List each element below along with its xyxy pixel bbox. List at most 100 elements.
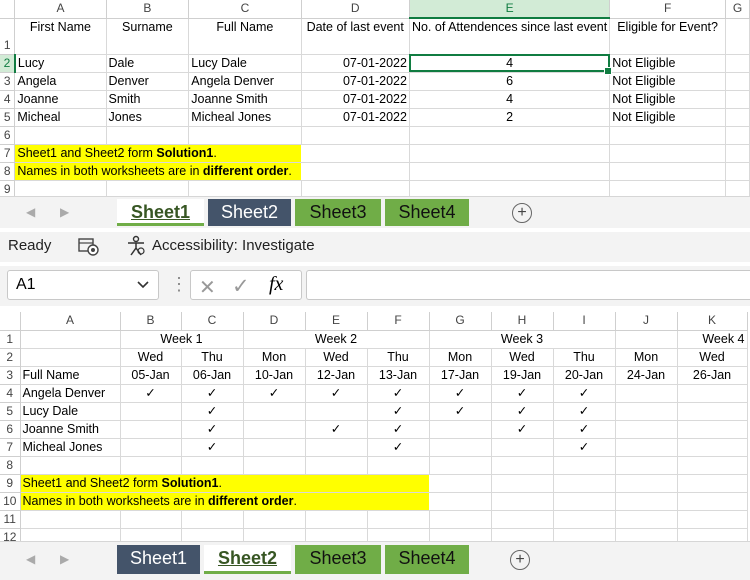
cell-f6[interactable] [609, 126, 727, 145]
check-mark-cell[interactable]: ✓ [120, 384, 182, 403]
cell-e1[interactable]: No. of Attendences since last event [409, 18, 611, 55]
empty-cell[interactable] [243, 456, 306, 475]
check-mark-cell[interactable]: ✓ [429, 384, 492, 403]
row-header-2[interactable]: 2 [0, 54, 16, 73]
day-cell[interactable]: Thu [367, 348, 430, 367]
cell-b2[interactable]: Dale [106, 54, 190, 73]
empty-cell[interactable] [553, 510, 616, 529]
cell-g4[interactable] [725, 90, 750, 109]
row-header-3[interactable]: 3 [0, 366, 21, 385]
cell-c9[interactable] [188, 180, 302, 196]
cell-f9[interactable] [609, 180, 727, 196]
empty-cell[interactable] [553, 474, 616, 493]
empty-cell[interactable] [615, 510, 678, 529]
col-header-i[interactable]: I [553, 312, 616, 331]
person-name[interactable]: Angela Denver [20, 384, 121, 403]
cell-a9[interactable] [14, 180, 107, 196]
cell-f7[interactable] [609, 144, 727, 163]
check-mark-cell[interactable]: ✓ [553, 438, 616, 457]
cell-f8[interactable] [609, 162, 727, 181]
empty-cell[interactable] [429, 438, 492, 457]
cell-f5[interactable]: Not Eligible [609, 108, 727, 127]
empty-cell[interactable] [429, 492, 492, 511]
row-header-3[interactable]: 3 [0, 72, 16, 91]
empty-cell[interactable] [120, 402, 182, 421]
col-header-j[interactable]: J [615, 312, 678, 331]
empty-cell[interactable] [677, 528, 748, 541]
empty-cell[interactable] [243, 420, 306, 439]
check-mark-cell[interactable]: ✓ [367, 402, 430, 421]
cell-d8[interactable] [301, 162, 410, 181]
empty-cell[interactable] [491, 492, 554, 511]
empty-cell[interactable] [677, 510, 748, 529]
cell-e9[interactable] [409, 180, 611, 196]
date-cell[interactable]: 20-Jan [553, 366, 616, 385]
cell-b9[interactable] [106, 180, 190, 196]
cell-g6[interactable] [725, 126, 750, 145]
cell-f2[interactable]: Not Eligible [609, 54, 727, 73]
cell-b6[interactable] [106, 126, 190, 145]
empty-cell[interactable] [429, 456, 492, 475]
date-cell[interactable]: 12-Jan [305, 366, 368, 385]
add-sheet-icon[interactable]: + [510, 550, 530, 570]
tab-sheet4[interactable]: Sheet4 [385, 199, 469, 226]
empty-cell[interactable] [120, 456, 182, 475]
row-header-7[interactable]: 7 [0, 438, 21, 457]
select-all-corner[interactable] [0, 0, 16, 19]
check-mark-cell[interactable]: ✓ [305, 384, 368, 403]
cell-c4[interactable]: Joanne Smith [188, 90, 302, 109]
empty-cell[interactable] [677, 492, 748, 511]
empty-cell[interactable] [120, 420, 182, 439]
cell-d2[interactable]: 07-01-2022 [301, 54, 410, 73]
empty-cell[interactable] [305, 510, 368, 529]
row-header-9[interactable]: 9 [0, 180, 16, 196]
cell-g8[interactable] [725, 162, 750, 181]
empty-cell[interactable] [429, 420, 492, 439]
empty-cell[interactable] [305, 528, 368, 541]
empty-cell[interactable] [20, 456, 121, 475]
cell-a4[interactable]: Joanne [14, 90, 107, 109]
week-4-header[interactable]: Week 4 [677, 330, 748, 349]
col-header-c[interactable]: C [188, 0, 302, 19]
empty-cell[interactable] [367, 456, 430, 475]
empty-cell[interactable] [615, 420, 678, 439]
col-header-f[interactable]: F [609, 0, 727, 19]
col-header-d[interactable]: D [243, 312, 306, 331]
tab-scroll-right-icon[interactable]: ▶ [60, 205, 69, 219]
empty-cell[interactable] [677, 384, 748, 403]
col-header-b[interactable]: B [106, 0, 190, 19]
note-solution-line[interactable]: Sheet1 and Sheet2 form Solution1. [20, 474, 429, 493]
tab-scroll-left-icon[interactable]: ◀ [26, 552, 35, 566]
person-name[interactable]: Joanne Smith [20, 420, 121, 439]
empty-cell[interactable] [615, 474, 678, 493]
accessibility-icon[interactable] [125, 235, 147, 261]
empty-cell[interactable] [615, 402, 678, 421]
tab-sheet2[interactable]: Sheet2 [204, 545, 291, 574]
day-cell[interactable]: Mon [243, 348, 306, 367]
empty-cell[interactable] [429, 474, 492, 493]
cell-c2[interactable]: Lucy Dale [188, 54, 302, 73]
week-3-header[interactable]: Week 3 [429, 330, 616, 349]
cell-d6[interactable] [301, 126, 410, 145]
cell-j1[interactable] [615, 330, 678, 349]
cell-d5[interactable]: 07-01-2022 [301, 108, 410, 127]
cell-e8[interactable] [409, 162, 611, 181]
select-all-corner[interactable] [0, 312, 21, 331]
check-mark-cell[interactable]: ✓ [367, 438, 430, 457]
empty-cell[interactable] [677, 474, 748, 493]
col-header-e[interactable]: E [305, 312, 368, 331]
macro-record-icon[interactable] [78, 237, 100, 261]
check-mark-cell[interactable]: ✓ [181, 384, 244, 403]
accessibility-status[interactable]: Accessibility: Investigate [152, 237, 315, 254]
cell-g1[interactable] [725, 18, 750, 55]
row-header-5[interactable]: 5 [0, 108, 16, 127]
empty-cell[interactable] [20, 510, 121, 529]
chevron-down-icon[interactable] [136, 271, 150, 309]
insert-function-icon[interactable]: fx [269, 273, 283, 296]
row-header-1[interactable]: 1 [0, 18, 16, 55]
empty-cell[interactable] [120, 528, 182, 541]
cell-f1[interactable]: Eligible for Event? [609, 18, 727, 55]
empty-cell[interactable] [553, 528, 616, 541]
empty-cell[interactable] [677, 456, 748, 475]
col-header-g[interactable]: G [429, 312, 492, 331]
